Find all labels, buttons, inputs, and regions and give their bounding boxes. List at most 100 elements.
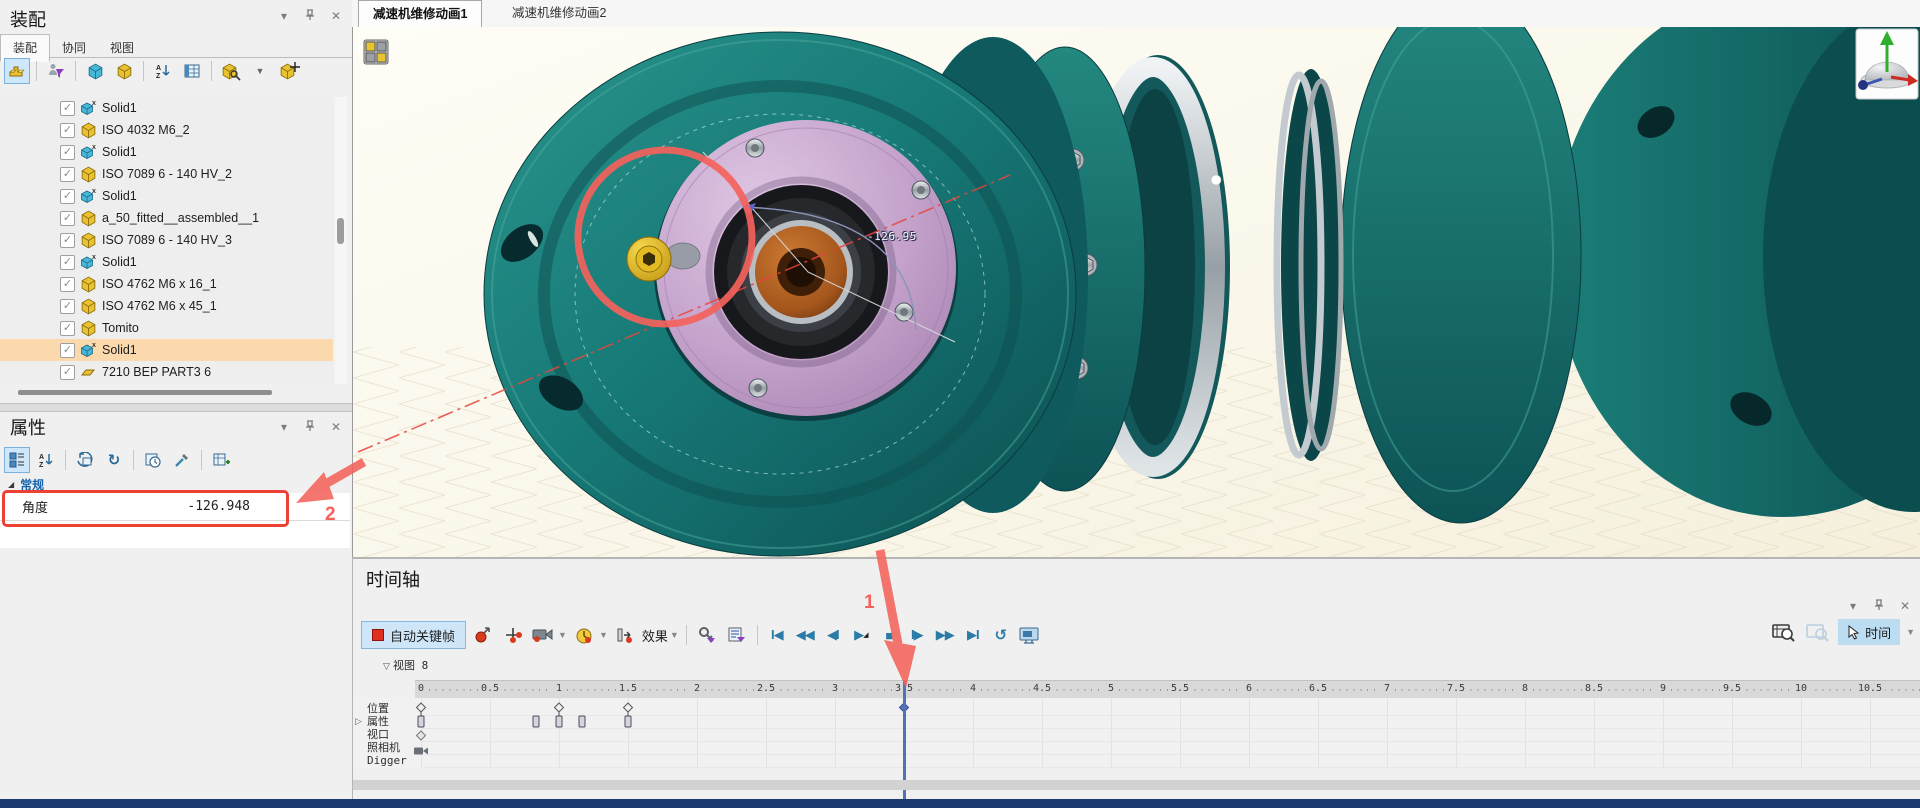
track-label-5[interactable]: Digger (367, 754, 407, 767)
visibility-checkbox[interactable]: ✓ (60, 232, 75, 248)
property-value-field[interactable]: -126.948 (172, 499, 250, 514)
view-track-header[interactable]: ▽ 视图 8 (383, 657, 428, 673)
effects-icon[interactable] (612, 622, 638, 648)
zoom-animation-icon[interactable] (1770, 619, 1796, 645)
fast-forward-button[interactable]: ▶▶ (933, 623, 957, 647)
track-label-4[interactable]: 照相机 (367, 741, 400, 754)
scrollbar-thumb[interactable] (18, 390, 272, 395)
keyframe-bar[interactable] (624, 715, 632, 733)
recalc-icon[interactable] (72, 447, 98, 473)
track-label-3[interactable]: 视口 (367, 728, 389, 741)
camera-keyframe-icon[interactable] (530, 622, 556, 648)
effects-label[interactable]: 效果 (642, 626, 668, 645)
add-keyframe-icon[interactable] (470, 622, 496, 648)
tree-item[interactable]: ✓ a_50_fitted__assembled__1 (0, 207, 333, 229)
insert-box-icon[interactable] (111, 58, 137, 84)
picker-icon[interactable] (169, 447, 195, 473)
keyframe-bar[interactable] (555, 715, 563, 733)
chevron-down-icon[interactable]: ▾ (1845, 599, 1861, 613)
list-filter-icon[interactable] (724, 622, 750, 648)
keyframe-bar[interactable] (578, 715, 586, 733)
visibility-checkbox[interactable]: ✓ (60, 298, 75, 314)
effects-dropdown-icon[interactable]: ▼ (670, 630, 679, 640)
tree-item[interactable]: ✓ 7210 BEP PART3 6 (0, 361, 333, 383)
visibility-checkbox[interactable]: ✓ (60, 188, 75, 204)
visibility-checkbox[interactable]: ✓ (60, 276, 75, 292)
tab-animation-1[interactable]: 减速机维修动画1 (358, 0, 483, 27)
find-part-icon[interactable] (218, 58, 244, 84)
tree-item[interactable]: ✓ ISO 4762 M6 x 16_1 (0, 273, 333, 295)
category-view-icon[interactable] (4, 447, 30, 473)
step-forward-button[interactable]: I▶ (905, 623, 929, 647)
chevron-down-icon[interactable]: ▾ (276, 9, 292, 23)
close-icon[interactable]: ✕ (1897, 599, 1913, 613)
add-table-icon[interactable] (208, 447, 234, 473)
visibility-checkbox[interactable]: ✓ (60, 364, 75, 380)
property-row-angle[interactable]: 角度 -126.948 (0, 493, 350, 521)
step-back-button[interactable]: ◀I (821, 623, 845, 647)
loop-playback-button[interactable]: ↺ (989, 623, 1013, 647)
tree-item[interactable]: ✓ x Solid1 (0, 97, 333, 119)
visibility-checkbox[interactable]: ✓ (60, 166, 75, 182)
insert-component-icon[interactable] (82, 58, 108, 84)
tree-item[interactable]: ✓ x Solid1 (0, 251, 333, 273)
auto-keyframe-button[interactable]: 自动关键帧 (361, 621, 467, 649)
tree-horizontal-scrollbar[interactable] (0, 386, 333, 398)
tab-animation-2[interactable]: 减速机维修动画2 (498, 0, 620, 26)
visibility-checkbox[interactable]: ✓ (60, 122, 75, 138)
tree-item[interactable]: ✓ ISO 4762 M6 x 45_1 (0, 295, 333, 317)
move-keyframe-icon[interactable] (500, 622, 526, 648)
bearing-hub-part[interactable] (705, 176, 897, 368)
keyframe-camera[interactable] (413, 743, 429, 761)
tree-item[interactable]: ✓ ISO 7089 6 - 140 HV_2 (0, 163, 333, 185)
key-filter-icon[interactable] (694, 622, 720, 648)
scrollbar-thumb[interactable] (337, 218, 344, 244)
part-select-icon[interactable] (4, 58, 30, 84)
timeline-ruler[interactable]: 00.511.522.533.544.555.566.577.588.599.5… (414, 680, 1920, 699)
camera-dropdown-icon[interactable]: ▼ (558, 630, 567, 640)
close-icon[interactable]: ✕ (328, 420, 344, 434)
properties-section-general[interactable]: ◢ 常规 (0, 476, 350, 493)
tree-item[interactable]: ✓ ISO 7089 6 - 140 HV_3 (0, 229, 333, 251)
time-mode-dropdown-icon[interactable]: ▼ (1906, 627, 1915, 637)
tree-item[interactable]: ✓ x Solid1 (0, 339, 333, 361)
bearing-rings-part[interactable] (1273, 69, 1344, 461)
close-icon[interactable]: ✕ (328, 9, 344, 23)
visibility-checkbox[interactable]: ✓ (60, 342, 75, 358)
sort-az-icon[interactable]: AZ (33, 447, 59, 473)
panel-divider[interactable] (0, 403, 352, 412)
section-expand-icon[interactable]: ◢ (8, 480, 14, 489)
animation-record-icon[interactable] (363, 39, 389, 65)
tree-item[interactable]: ✓ x Solid1 (0, 185, 333, 207)
timer-keyframe-icon[interactable] (571, 622, 597, 648)
view-orientation-gizmo[interactable] (1855, 28, 1919, 100)
timeline-scrollbar[interactable] (353, 780, 1920, 790)
pin-icon[interactable] (302, 9, 318, 23)
pin-icon[interactable] (1871, 599, 1887, 613)
tree-item[interactable]: ✓ Tomito (0, 317, 333, 339)
sort-az-icon[interactable]: AZ (150, 58, 176, 84)
visibility-checkbox[interactable]: ✓ (60, 144, 75, 160)
refresh-icon[interactable]: ↻ (101, 447, 127, 473)
tree-vertical-scrollbar[interactable] (335, 97, 347, 384)
track-label-1[interactable]: 位置 (367, 702, 389, 715)
tree-item[interactable]: ✓ ISO 4032 M6_2 (0, 119, 333, 141)
table-view-icon[interactable] (179, 58, 205, 84)
track-expand-icon[interactable]: ▷ (355, 716, 362, 727)
keyframe-bar[interactable] (532, 715, 540, 733)
viewport-3d[interactable]: -126.95 (352, 27, 1920, 557)
go-last-frame-button[interactable]: ▶I (961, 623, 985, 647)
pin-icon[interactable] (302, 420, 318, 434)
visibility-checkbox[interactable]: ✓ (60, 100, 75, 116)
stop-button[interactable]: ■ (877, 623, 901, 647)
record-video-icon[interactable] (1017, 622, 1043, 648)
time-mode-button[interactable]: 时间 (1838, 619, 1901, 645)
go-first-frame-button[interactable]: I◀ (765, 623, 789, 647)
chevron-down-icon[interactable]: ▾ (276, 420, 292, 434)
gearbox-3d-model[interactable] (353, 27, 1920, 557)
track-label-2[interactable]: 属性 (367, 715, 389, 728)
fast-backward-button[interactable]: ◀◀ (793, 623, 817, 647)
tree-item[interactable]: ✓ x Solid1 (0, 141, 333, 163)
dropdown-icon[interactable]: ▼ (247, 58, 273, 84)
play-button[interactable]: ▶ ◢ (849, 623, 873, 647)
